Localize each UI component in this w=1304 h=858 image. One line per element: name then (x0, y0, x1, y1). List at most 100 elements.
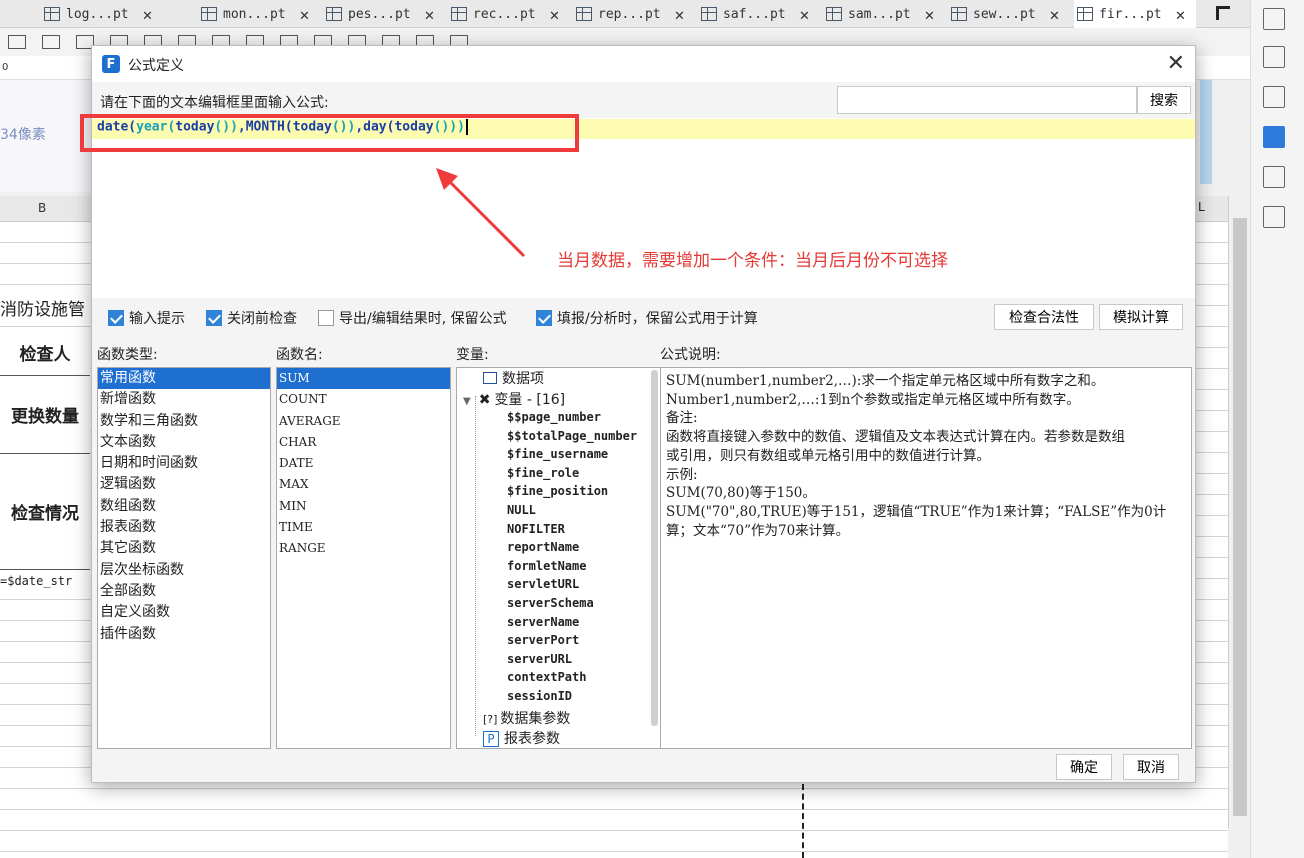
condition-attribute-icon[interactable] (1263, 166, 1285, 188)
variable-item[interactable]: NOFILTER (507, 522, 565, 536)
close-icon[interactable]: ✕ (1050, 5, 1060, 24)
file-tab[interactable]: saf...pt ✕ (701, 0, 821, 28)
variable-item[interactable]: NULL (507, 503, 536, 517)
function-type-item[interactable]: 新增函数 (98, 389, 270, 410)
variable-item[interactable]: serverSchema (507, 596, 594, 610)
checkbox-checked[interactable] (206, 310, 222, 326)
function-name-item[interactable]: MIN (277, 496, 450, 517)
file-tab[interactable]: mon...pt ✕ (201, 0, 321, 28)
scrollbar-thumb[interactable] (1233, 218, 1247, 816)
variable-item[interactable]: serverPort (507, 633, 579, 647)
collapse-icon[interactable]: ▼ (463, 396, 471, 407)
file-tab[interactable]: pes...pt ✕ (326, 0, 446, 28)
function-name-item[interactable]: CHAR (277, 432, 450, 453)
variable-scrollbar[interactable] (651, 370, 658, 726)
variable-item[interactable]: reportName (507, 540, 579, 554)
close-icon[interactable]: ✕ (800, 5, 810, 24)
function-name-item[interactable]: MAX (277, 474, 450, 495)
function-name-item[interactable]: AVERAGE (277, 411, 450, 432)
function-name-item[interactable]: RANGE (277, 538, 450, 559)
cancel-button[interactable]: 取消 (1123, 754, 1179, 780)
cell-attribute-icon[interactable] (1263, 46, 1285, 68)
column-header-l[interactable]: L (1198, 200, 1205, 214)
ok-button[interactable]: 确定 (1056, 754, 1112, 780)
formula-editor[interactable]: date(year(today()),MONTH(today()),day(to… (80, 114, 1195, 298)
label-widget-icon[interactable] (8, 35, 26, 49)
function-type-item[interactable]: 自定义函数 (98, 602, 270, 623)
pin-icon[interactable] (1216, 6, 1230, 20)
function-type-item[interactable]: 逻辑函数 (98, 474, 270, 495)
check-before-close-checkbox[interactable]: 关闭前检查 (206, 308, 297, 328)
frame-icon[interactable] (1263, 86, 1285, 108)
cell-date-formula[interactable]: =$date_str (0, 574, 90, 588)
function-type-item[interactable]: 层次坐标函数 (98, 560, 270, 581)
close-icon[interactable]: ✕ (425, 5, 435, 24)
function-name-item[interactable]: SUM (277, 368, 450, 390)
variables-header: 变量: (456, 347, 489, 363)
cell-replace-count-label[interactable]: 更换数量 (0, 376, 90, 454)
checkbox-checked[interactable] (536, 310, 552, 326)
variable-item[interactable]: $fine_role (507, 466, 579, 480)
cell-property-icon[interactable] (1263, 8, 1285, 30)
variable-item[interactable]: sessionID (507, 689, 572, 703)
function-type-item[interactable]: 文本函数 (98, 432, 270, 453)
checkbox-checked[interactable] (108, 310, 124, 326)
tree-node-data-items[interactable]: 数据项 (483, 368, 544, 388)
close-icon[interactable]: ✕ (1176, 5, 1186, 24)
close-icon[interactable]: ✕ (675, 5, 685, 24)
function-name-list[interactable]: SUM COUNT AVERAGE CHAR DATE MAX MIN TIME RANGE (276, 367, 451, 749)
variable-item[interactable]: serverURL (507, 652, 572, 666)
function-type-item[interactable]: 数学和三角函数 (98, 411, 270, 432)
close-icon[interactable]: ✕ (925, 5, 935, 24)
variable-item[interactable]: $$page_number (507, 410, 601, 424)
variable-item[interactable]: servletURL (507, 577, 579, 591)
hyperlink-icon[interactable] (1263, 206, 1285, 228)
close-icon[interactable]: ✕ (550, 5, 560, 24)
vertical-scrollbar[interactable] (1228, 196, 1250, 828)
file-tab[interactable]: sew...pt ✕ (951, 0, 1071, 28)
function-name-item[interactable]: COUNT (277, 389, 450, 410)
file-tab[interactable]: sam...pt ✕ (826, 0, 946, 28)
tree-node-dataset-params[interactable]: [?] 数据集参数 (483, 708, 570, 728)
variable-item[interactable]: contextPath (507, 670, 586, 684)
variable-item[interactable]: serverName (507, 615, 579, 629)
tree-node-variables[interactable]: ▼ ✖ 变量 - [16] (463, 389, 565, 409)
variable-tree[interactable]: 数据项 ▼ ✖ 变量 - [16] $$page_number $$totalPage… (456, 367, 661, 749)
cell-title[interactable]: 消防设施管 (0, 292, 92, 322)
variable-item[interactable]: $fine_username (507, 447, 608, 461)
function-type-item[interactable]: 报表函数 (98, 517, 270, 538)
close-icon[interactable]: ✕ (300, 5, 310, 24)
checkbox-unchecked[interactable] (318, 310, 334, 326)
simulate-button[interactable]: 模拟计算 (1099, 304, 1183, 330)
tree-node-report-params[interactable]: P 报表参数 (483, 728, 560, 748)
file-tab-active[interactable]: fir...pt ✕ (1074, 0, 1196, 28)
function-type-list[interactable]: 常用函数 新增函数 数学和三角函数 文本函数 日期和时间函数 逻辑函数 数组函数 报表函数 其它… (97, 367, 271, 749)
function-type-item[interactable]: 常用函数 (98, 368, 270, 390)
close-icon[interactable]: ✕ (143, 5, 153, 24)
function-type-item[interactable]: 全部函数 (98, 581, 270, 602)
cell-inspection-status-label[interactable]: 检查情况 (0, 454, 90, 570)
function-type-item[interactable]: 其它函数 (98, 538, 270, 559)
file-tab[interactable]: rec...pt ✕ (451, 0, 571, 28)
function-type-item[interactable]: 插件函数 (98, 624, 270, 645)
function-type-item[interactable]: 日期和时间函数 (98, 453, 270, 474)
cell-inspector-label[interactable]: 检查人 (0, 330, 90, 376)
keep-formula-fill-checkbox[interactable]: 填报/分析时，保留公式用于计算 (536, 308, 758, 328)
search-button[interactable]: 搜索 (1137, 86, 1191, 114)
variable-item[interactable]: $$totalPage_number (507, 429, 637, 443)
search-input[interactable] (837, 86, 1137, 114)
function-type-item[interactable]: 数组函数 (98, 496, 270, 517)
variable-item[interactable]: $fine_position (507, 484, 608, 498)
function-name-item[interactable]: DATE (277, 453, 450, 474)
file-tab[interactable]: rep...pt ✕ (576, 0, 696, 28)
close-icon[interactable]: ✕ (1167, 51, 1185, 76)
textbox-widget-icon[interactable] (42, 35, 60, 49)
check-validity-button[interactable]: 检查合法性 (994, 304, 1094, 330)
column-header-b[interactable]: B (38, 201, 46, 215)
file-tab[interactable]: log...pt ✕ (44, 0, 194, 28)
variable-item[interactable]: formletName (507, 559, 586, 573)
input-hint-checkbox[interactable]: 输入提示 (108, 308, 185, 328)
keep-formula-export-checkbox[interactable]: 导出/编辑结果时, 保留公式 (318, 308, 507, 328)
function-name-item[interactable]: TIME (277, 517, 450, 538)
widget-settings-icon[interactable] (1263, 126, 1285, 148)
